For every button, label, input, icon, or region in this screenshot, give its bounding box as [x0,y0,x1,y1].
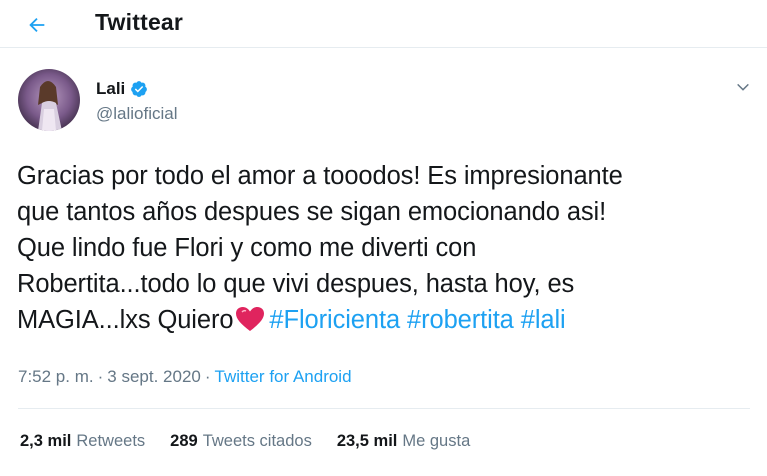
author-name-row[interactable]: Lali [96,79,148,99]
meta-separator: · [204,367,211,386]
tweet-line: Gracias por todo el amor a tooodos! Es i… [17,162,623,190]
chevron-down-icon [737,83,749,91]
tweet-source-link[interactable]: Twitter for Android [215,367,352,387]
tweet-meta: 7:52 p. m. · 3 sept. 2020 · Twitter for … [18,367,352,387]
tweet-line: Robertita...todo lo que vivi despues, ha… [17,270,575,298]
back-button[interactable] [20,8,54,42]
author-handle[interactable]: @lalioficial [96,104,178,124]
hashtag-link[interactable]: #lali [521,306,566,334]
hashtag-link[interactable]: #robertita [407,306,514,334]
tweet-time[interactable]: 7:52 p. m. [18,367,94,387]
tweet-menu-button[interactable] [732,76,754,98]
retweets-stat[interactable]: 2,3 mil Retweets [20,432,145,451]
tweet-text: Gracias por todo el amor a tooodos! Es i… [17,158,752,338]
tweet-line-text: MAGIA...lxs Quiero [17,306,234,334]
likes-count: 23,5 mil [336,432,398,450]
tweet-stats: 2,3 mil Retweets 289 Tweets citados 23,5… [20,432,495,451]
retweets-count: 2,3 mil [20,432,72,450]
sparkling-heart-icon [235,306,265,332]
page-title: Twittear [95,9,184,35]
likes-stat[interactable]: 23,5 mil Me gusta [337,432,470,451]
quotes-count: 289 [170,432,198,450]
arrow-left-icon [29,17,45,33]
top-bar: Twittear [0,0,767,48]
tweet-line-last: MAGIA...lxs Quiero #Floricienta #robertit… [17,302,752,338]
retweets-label: Retweets [76,432,146,450]
meta-separator: · [97,367,104,386]
avatar[interactable] [18,69,80,131]
verified-badge-icon [130,80,148,98]
divider [18,408,750,409]
author-name[interactable]: Lali [96,79,125,99]
hashtag-link[interactable]: #Floricienta [269,306,400,334]
likes-label: Me gusta [402,432,471,450]
quotes-label: Tweets citados [202,432,312,450]
quote-tweets-stat[interactable]: 289 Tweets citados [170,432,312,451]
tweet-date[interactable]: 3 sept. 2020 [107,367,201,387]
tweet-line: que tantos años despues se sigan emocion… [17,198,607,226]
tweet-line: Que lindo fue Flori y como me diverti co… [17,234,477,262]
